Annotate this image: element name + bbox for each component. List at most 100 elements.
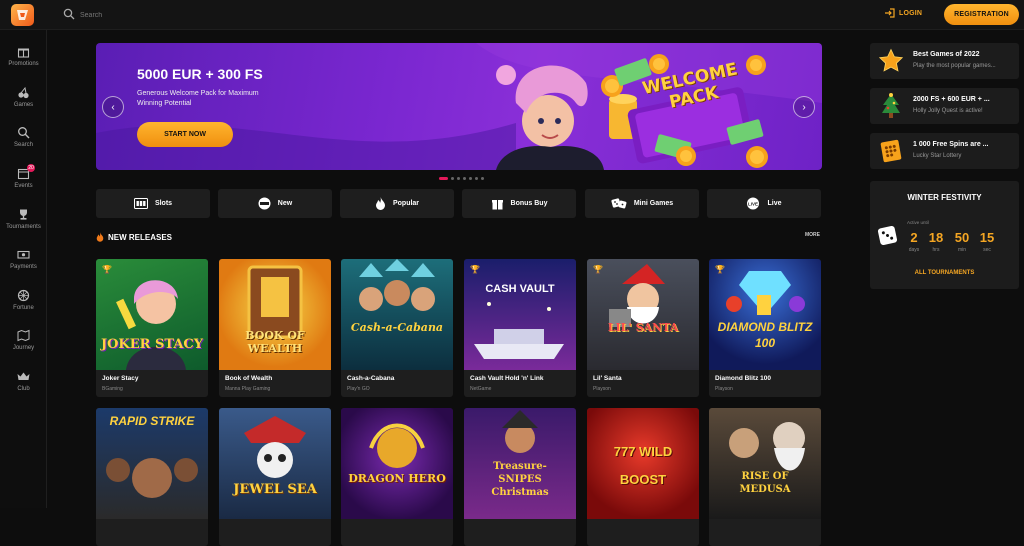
game-art-title: Treasure-SNIPES Christmas: [491, 461, 549, 498]
countdown-minutes: 50 min: [952, 230, 972, 253]
game-card[interactable]: LIL' SANTA 🏆 Lil' Santa Playson: [587, 259, 699, 397]
search-icon: [17, 125, 31, 139]
game-card[interactable]: CASH VAULT 🏆 Cash Vault Hold 'n' Link Ne…: [464, 259, 576, 397]
login-button[interactable]: LOGIN: [884, 8, 922, 18]
game-art-title: Cash-a-Cabana: [350, 321, 444, 334]
tab-bonus-buy[interactable]: Bonus Buy: [462, 189, 576, 218]
countdown-seconds: 15 sec: [977, 230, 997, 253]
tab-new[interactable]: New: [218, 189, 332, 218]
game-card[interactable]: Cash-a-Cabana Cash-a-Cabana Play'n GO: [341, 259, 453, 397]
game-card[interactable]: JEWEL SEA: [219, 408, 331, 546]
tab-mini-games[interactable]: Mini Games: [585, 189, 699, 218]
tab-live[interactable]: LIVE Live: [707, 189, 821, 218]
sidebar-item-promotions[interactable]: Promotions: [0, 44, 47, 80]
tab-label: New: [277, 200, 293, 207]
chevron-right-icon: ›: [802, 101, 806, 113]
active-until-label: Active until: [907, 220, 929, 225]
promo-title: 1 000 Free Spins are ...: [913, 141, 989, 148]
game-card[interactable]: DRAGON HERO: [341, 408, 453, 546]
sidebar-item-tournaments[interactable]: Tournaments: [0, 207, 47, 243]
sidebar-item-label: Games: [13, 102, 34, 108]
top-bar: LOGIN REGISTRATION: [0, 0, 1024, 30]
sidebar-item-label: Club: [17, 386, 30, 392]
game-provider: Playson: [593, 386, 611, 392]
start-now-button[interactable]: START NOW: [137, 122, 233, 147]
game-art-title: DIAMOND BLITZ 100: [717, 320, 813, 350]
game-provider: Play'n GO: [347, 386, 370, 392]
tab-label: Popular: [392, 200, 420, 207]
promo-card[interactable]: 1 000 Free Spins are ... Lucky Star Lott…: [870, 133, 1019, 169]
game-card[interactable]: BOOK OF WEALTH Book of Wealth Manna Play…: [219, 259, 331, 397]
logo[interactable]: [11, 4, 34, 26]
star-icon: [876, 48, 906, 74]
game-name: Joker Stacy: [102, 375, 139, 382]
sidebar-item-events[interactable]: 20 Events: [0, 164, 47, 202]
payment-icon: [17, 247, 31, 261]
search-icon[interactable]: [63, 8, 75, 20]
sidebar-item-payments[interactable]: Payments: [0, 247, 47, 283]
section-title-label: NEW RELEASES: [108, 232, 173, 242]
slots-icon: [133, 198, 148, 209]
banner-next-button[interactable]: ›: [793, 96, 815, 118]
banner-subtitle: Generous Welcome Pack for Maximum Winnin…: [137, 90, 259, 107]
sidebar-item-label: Tournaments: [6, 224, 41, 230]
promo-card[interactable]: 2000 FS + 600 EUR + ... Holly Jolly Ques…: [870, 88, 1019, 124]
game-name: Diamond Blitz 100: [715, 375, 771, 382]
promo-card[interactable]: Best Games of 2022 Play the most popular…: [870, 43, 1019, 79]
game-art-title: JEWEL SEA: [233, 482, 317, 497]
banner-title: 5000 EUR + 300 FS: [137, 66, 263, 82]
sidebar-item-search[interactable]: Search: [0, 125, 47, 161]
game-art-title: JOKER STACY: [100, 337, 204, 352]
game-card[interactable]: DIAMOND BLITZ 100 🏆 Diamond Blitz 100 Pl…: [709, 259, 821, 397]
game-thumbnail: 777 WILD BOOST: [587, 408, 699, 519]
sidebar-item-games[interactable]: Games: [0, 85, 47, 121]
banner-prev-button[interactable]: ‹: [102, 96, 124, 118]
sidebar-item-journey[interactable]: Journey: [0, 328, 47, 364]
pagination-dot[interactable]: [439, 177, 448, 180]
welcome-banner[interactable]: WELCOME PACK 5000 EUR + 300 FS Generous …: [96, 43, 822, 170]
sidebar-item-fortune[interactable]: Fortune: [0, 288, 47, 324]
game-provider: Playson: [715, 386, 733, 392]
game-card[interactable]: RAPID STRIKE: [96, 408, 208, 546]
promo-subtitle: Play the most popular games...: [913, 63, 996, 69]
pagination-dot[interactable]: [469, 177, 472, 180]
countdown-value: 18: [928, 230, 944, 245]
game-name: Lil' Santa: [593, 375, 622, 382]
search-input[interactable]: [80, 8, 280, 22]
gift-icon: [17, 44, 31, 58]
game-thumbnail: CASH VAULT 🏆: [464, 259, 576, 370]
registration-button[interactable]: REGISTRATION: [944, 4, 1019, 25]
game-art-title: BOOK OF WEALTH: [245, 329, 305, 355]
game-card[interactable]: JOKER STACY 🏆 Joker Stacy BGaming: [96, 259, 208, 397]
all-tournaments-link[interactable]: ALL TOURNAMENTS: [870, 270, 1019, 276]
trophy-icon: 🏆: [593, 265, 603, 274]
sidebar-item-club[interactable]: Club: [0, 369, 47, 405]
countdown-unit: min: [957, 247, 967, 253]
more-link[interactable]: MORE: [805, 232, 820, 238]
pagination-dot[interactable]: [451, 177, 454, 180]
sidebar-item-label: Journey: [12, 345, 35, 351]
cherries-icon: [17, 85, 31, 99]
pagination-dot[interactable]: [457, 177, 460, 180]
countdown-value: 50: [954, 230, 970, 245]
countdown-unit: hrs: [932, 247, 940, 253]
pagination-dot[interactable]: [463, 177, 466, 180]
trophy-icon: 🏆: [470, 265, 480, 274]
game-provider: NetGame: [470, 386, 492, 392]
game-thumbnail: DIAMOND BLITZ 100 🏆: [709, 259, 821, 370]
trophy-icon: [17, 207, 31, 221]
game-thumbnail: JEWEL SEA: [219, 408, 331, 519]
pagination-dot[interactable]: [481, 177, 484, 180]
game-thumbnail: LIL' SANTA 🏆: [587, 259, 699, 370]
tab-slots[interactable]: Slots: [96, 189, 210, 218]
tab-popular[interactable]: Popular: [340, 189, 454, 218]
promo-subtitle: Holly Jolly Quest is active!: [913, 108, 983, 114]
sidebar-item-label: Events: [14, 183, 33, 189]
game-card[interactable]: 777 WILD BOOST: [587, 408, 699, 546]
pagination-dot[interactable]: [475, 177, 478, 180]
sidebar-item-label: Payments: [10, 264, 37, 270]
game-provider: Manna Play Gaming: [225, 386, 271, 392]
sidebar: Promotions Games Search 20 Events Tourna…: [0, 30, 47, 508]
game-card[interactable]: Treasure-SNIPES Christmas: [464, 408, 576, 546]
game-card[interactable]: RISE OF MEDUSA: [709, 408, 821, 546]
